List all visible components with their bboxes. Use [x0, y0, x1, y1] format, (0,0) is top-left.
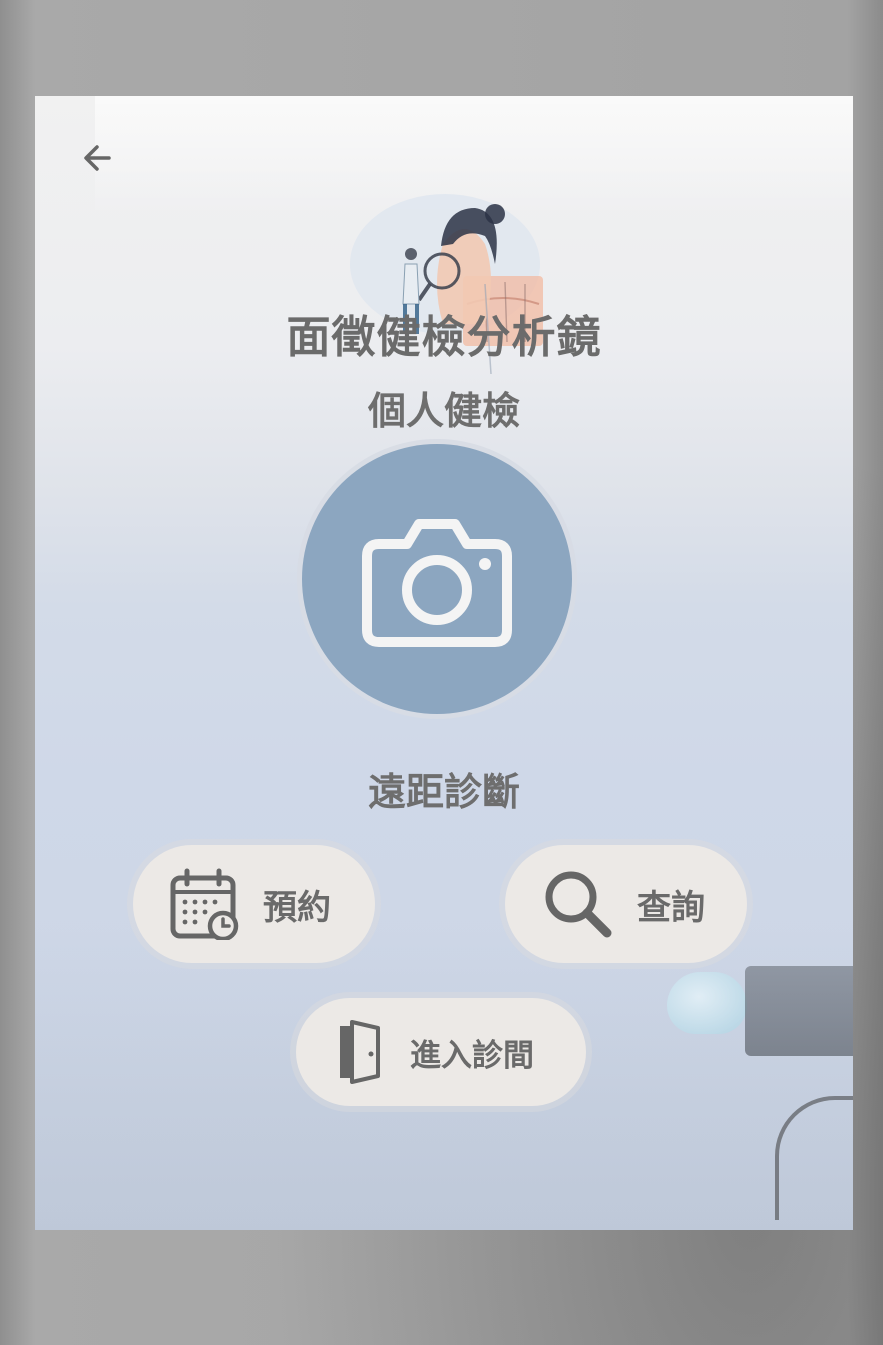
app-screen: 面徵健檢分析鏡 個人健檢 遠距診斷 預約 查詢 進入診間 [35, 96, 853, 1230]
search-icon [541, 867, 615, 941]
calendar-clock-icon [169, 868, 241, 940]
appointment-button-label: 預約 [263, 887, 331, 928]
back-button[interactable] [75, 136, 119, 180]
background-mouse [667, 972, 747, 1034]
camera-button[interactable] [302, 444, 572, 714]
section-title-remote-diagnosis: 遠距診斷 [367, 770, 520, 814]
enter-clinic-button[interactable]: 進入診間 [296, 998, 586, 1106]
background-device [745, 966, 853, 1056]
camera-icon [362, 519, 512, 647]
section-title-personal-checkup: 個人健檢 [367, 389, 520, 433]
app-title: 面徵健檢分析鏡 [286, 312, 602, 363]
arrow-left-icon [84, 145, 111, 171]
enter-clinic-button-label: 進入診間 [410, 1037, 534, 1074]
query-button-label: 查詢 [637, 887, 705, 928]
door-icon [338, 1020, 382, 1084]
query-button[interactable]: 查詢 [505, 845, 747, 963]
appointment-button[interactable]: 預約 [133, 845, 375, 963]
